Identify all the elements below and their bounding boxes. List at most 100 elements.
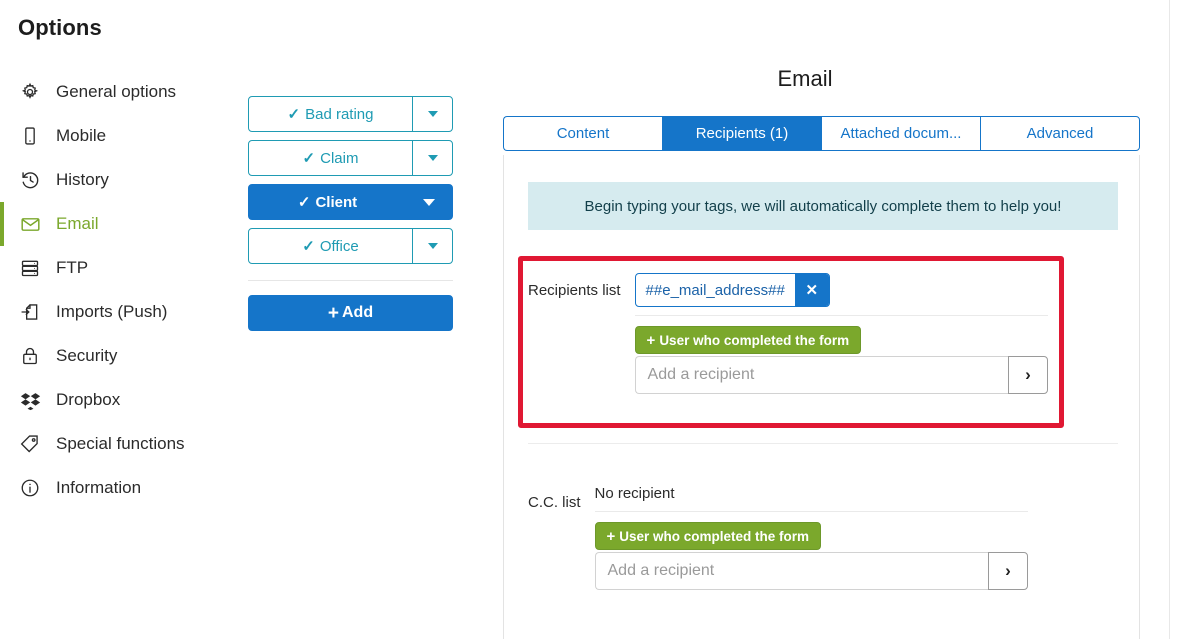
recipients-list-label: Recipients list (528, 282, 621, 299)
dropbox-icon (20, 389, 44, 411)
add-recipient-row: Add a recipient › (634, 356, 1048, 394)
recipient-tag-label: ##e_mail_address## (645, 281, 785, 299)
tag-dropdown-toggle[interactable] (406, 185, 452, 219)
caret-down-icon (423, 198, 435, 206)
sidebar-item-label: Special functions (56, 434, 185, 453)
chevron-right-icon[interactable]: › (1008, 356, 1048, 394)
recipients-list-body: ##e_mail_address## ✕ + User who complete… (634, 273, 1048, 394)
tag-button-office[interactable]: ✓ Office (248, 228, 453, 264)
sidebar-item-label: Security (56, 346, 118, 365)
tag-button-label: Client (315, 193, 358, 211)
add-recipient-input[interactable]: Add a recipient (634, 356, 1008, 394)
recipient-tag[interactable]: ##e_mail_address## ✕ (634, 273, 830, 307)
plus-icon: + (646, 331, 656, 349)
envelope-icon (20, 213, 44, 235)
caret-down-icon (427, 243, 438, 249)
sidebar-item-imports-push[interactable]: Imports (Push) (0, 290, 240, 334)
sidebar-item-email[interactable]: Email (0, 202, 240, 246)
tab-content[interactable]: Content (503, 116, 662, 151)
sidebar-item-mobile[interactable]: Mobile (0, 114, 240, 158)
tag-dropdown-toggle[interactable] (412, 97, 452, 131)
recipients-list-field: Recipients list ##e_mail_address## ✕ + U… (528, 273, 1048, 394)
close-icon[interactable]: ✕ (794, 274, 829, 306)
sidebar-item-general-options[interactable]: General options (0, 70, 240, 114)
tag-button-label: Claim (320, 149, 359, 167)
plus-icon: + (606, 527, 616, 545)
sidebar: Options General options Mobile History E… (0, 0, 240, 639)
tab-recipients[interactable]: Recipients (1) (662, 116, 821, 151)
file-import-icon (20, 301, 44, 323)
cc-list-body: No recipient + User who completed the fo… (594, 485, 1028, 590)
cc-list-field: C.C. list No recipient + User who comple… (528, 485, 1028, 590)
tab-attached-documents[interactable]: Attached docum... (821, 116, 980, 151)
lock-icon (20, 345, 44, 367)
tag-icon (20, 433, 44, 455)
sidebar-item-special-functions[interactable]: Special functions (0, 422, 240, 466)
check-icon: ✓ (287, 105, 301, 123)
chevron-right-icon[interactable]: › (988, 552, 1028, 590)
tag-button-main[interactable]: ✓ Bad rating (249, 97, 412, 131)
info-circle-icon (20, 477, 44, 499)
tag-button-label: Bad rating (305, 105, 374, 123)
sidebar-item-label: General options (56, 82, 177, 101)
cc-empty-text: No recipient (594, 485, 1028, 512)
email-panel: Email Content Recipients (1) Attached do… (470, 0, 1200, 639)
caret-down-icon (427, 111, 438, 117)
sidebar-nav: General options Mobile History Email FTP… (0, 70, 240, 510)
check-icon: ✓ (297, 193, 311, 211)
tab-bar: Content Recipients (1) Attached docum...… (503, 116, 1140, 151)
sidebar-item-dropbox[interactable]: Dropbox (0, 378, 240, 422)
options-page: Options General options Mobile History E… (0, 0, 1200, 639)
sidebar-item-label: Email (56, 214, 99, 233)
sidebar-item-information[interactable]: Information (0, 466, 240, 510)
cc-add-recipient-row: Add a recipient › (594, 552, 1028, 590)
add-form-user-label: User who completed the form (659, 332, 850, 348)
add-form-user-button[interactable]: + User who completed the form (634, 326, 862, 354)
tag-dropdown-toggle[interactable] (412, 229, 452, 263)
tag-button-claim[interactable]: ✓ Claim (248, 140, 453, 176)
plus-icon: + (327, 302, 339, 324)
tag-button-label: Office (319, 237, 359, 255)
sidebar-item-label: History (56, 170, 109, 189)
sidebar-item-security[interactable]: Security (0, 334, 240, 378)
divider (528, 443, 1118, 444)
info-banner: Begin typing your tags, we will automati… (528, 182, 1118, 230)
tag-button-main[interactable]: ✓ Client (249, 185, 406, 219)
tag-button-list: ✓ Bad rating ✓ Claim ✓ Client ✓ Office +… (248, 96, 453, 331)
sidebar-item-history[interactable]: History (0, 158, 240, 202)
tag-button-bad-rating[interactable]: ✓ Bad rating (248, 96, 453, 132)
panel-title: Email (777, 66, 833, 91)
sidebar-item-label: Imports (Push) (56, 302, 168, 321)
mobile-icon (20, 125, 44, 147)
check-icon: ✓ (302, 149, 316, 167)
gear-icon (20, 81, 44, 103)
sidebar-item-label: Mobile (56, 126, 107, 145)
cc-add-form-user-button[interactable]: + User who completed the form (594, 522, 822, 550)
tab-label: Content (556, 125, 610, 142)
add-button[interactable]: + Add (248, 295, 453, 331)
recipient-tags: ##e_mail_address## ✕ (634, 273, 1048, 316)
tag-button-main[interactable]: ✓ Office (249, 229, 412, 263)
page-title: Options (18, 15, 102, 40)
history-icon (20, 169, 44, 191)
tab-panel-recipients: Begin typing your tags, we will automati… (503, 155, 1140, 639)
container-edge (1169, 0, 1170, 639)
tab-label: Advanced (1026, 125, 1094, 142)
sidebar-item-ftp[interactable]: FTP (0, 246, 240, 290)
cc-list-label: C.C. list (528, 494, 581, 511)
sidebar-item-label: Dropbox (56, 390, 121, 409)
divider (248, 280, 453, 281)
caret-down-icon (427, 155, 438, 161)
tag-button-client[interactable]: ✓ Client (248, 184, 453, 220)
sidebar-item-label: FTP (56, 258, 89, 277)
cc-add-recipient-input[interactable]: Add a recipient (594, 552, 988, 590)
tag-button-main[interactable]: ✓ Claim (249, 141, 412, 175)
check-icon: ✓ (302, 237, 315, 255)
tab-advanced[interactable]: Advanced (980, 116, 1140, 151)
server-icon (20, 257, 44, 279)
tag-dropdown-toggle[interactable] (412, 141, 452, 175)
sidebar-item-label: Information (56, 478, 142, 497)
cc-add-form-user-label: User who completed the form (619, 528, 810, 544)
add-button-label: Add (342, 304, 374, 321)
tab-label: Attached docum... (840, 125, 962, 142)
